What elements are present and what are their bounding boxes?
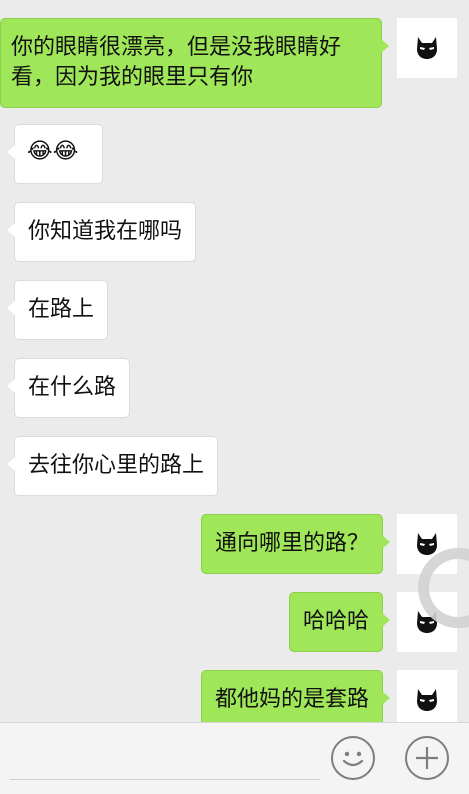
sent-message-bubble[interactable]: 哈哈哈 [288,592,391,652]
sent-message-bubble[interactable]: 通向哪里的路？ [200,514,391,574]
message-text: 😂😂 [27,139,79,164]
message-text: 在路上 [28,297,95,322]
smiley-face-icon [342,751,364,767]
message-text: 哈哈哈 [302,609,369,634]
plus-icon [416,747,438,769]
message-text: 去往你心里的路上 [28,453,205,478]
more-options-button[interactable] [405,736,449,780]
received-message-bubble[interactable]: 😂😂 [7,124,103,184]
avatar[interactable] [397,670,457,722]
message-text: 你的眼睛很漂亮，但是没我眼睛好看，因为我的眼里只有你 [11,35,342,90]
received-message-bubble[interactable]: 你知道我在哪吗 [6,202,197,262]
received-message-bubble[interactable]: 去往你心里的路上 [6,436,219,496]
message-text: 通向哪里的路？ [214,531,369,556]
received-message-bubble[interactable]: 在路上 [6,280,109,340]
chat-area[interactable]: 你的眼睛很漂亮，但是没我眼睛好看，因为我的眼里只有你 😂😂 你知道我在哪吗 在路… [0,0,469,722]
message-input[interactable] [10,779,320,780]
sent-message-bubble[interactable]: 都他妈的是套路 [200,670,391,722]
sent-message-bubble[interactable]: 你的眼睛很漂亮，但是没我眼睛好看，因为我的眼里只有你 [0,18,389,108]
emoji-button[interactable] [331,736,375,780]
input-bar [0,722,469,794]
batman-mask-icon [417,37,437,59]
message-text: 在什么路 [28,375,117,400]
message-text: 你知道我在哪吗 [28,219,183,244]
received-message-bubble[interactable]: 在什么路 [6,358,131,418]
batman-mask-icon [417,689,437,711]
message-text: 都他妈的是套路 [214,687,369,712]
avatar[interactable] [397,18,457,78]
